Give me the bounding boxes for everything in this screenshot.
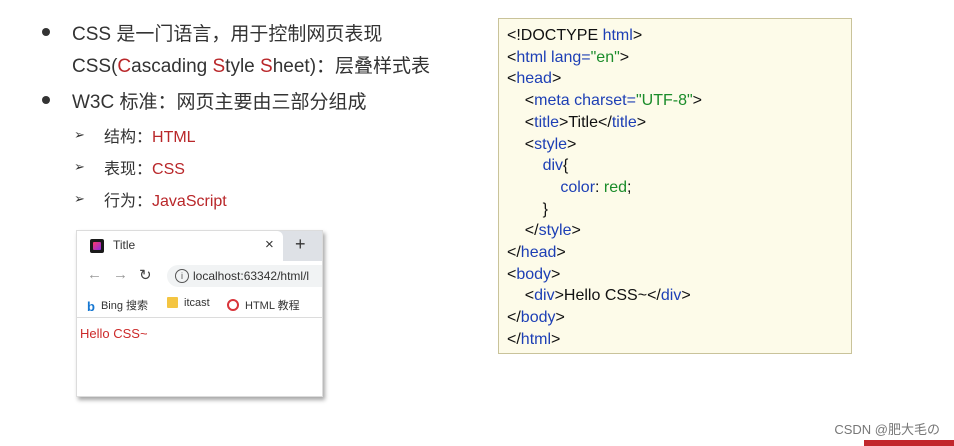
- subitem-behavior: 行为：JavaScript: [104, 193, 227, 210]
- arrow-bullet-icon: ➢: [74, 127, 85, 142]
- subitem-structure: 结构：HTML: [104, 129, 196, 146]
- bookmark-html-tutorial[interactable]: HTML 教程: [227, 297, 300, 313]
- browser-tab[interactable]: Title ×: [77, 231, 283, 261]
- html-source-code: <!DOCTYPE html> <html lang="en"> <head> …: [507, 27, 702, 348]
- bookmark-itcast[interactable]: itcast: [167, 297, 210, 309]
- bullet-dot: [42, 96, 50, 104]
- url-text: localhost:63342/html/l: [193, 269, 310, 283]
- navigation-bar: ← → ↻ i localhost:63342/html/l: [77, 261, 322, 291]
- favicon-icon: [90, 239, 104, 253]
- tab-title: Title: [113, 238, 136, 252]
- csdn-watermark: CSDN @肥大毛の: [834, 422, 940, 437]
- new-tab-icon[interactable]: +: [295, 234, 306, 255]
- reload-icon[interactable]: ↻: [139, 266, 152, 284]
- back-icon[interactable]: ←: [87, 266, 102, 283]
- bookmark-bing[interactable]: b Bing 搜索: [87, 297, 148, 314]
- tab-bar: Title × +: [77, 231, 322, 261]
- red-accent-bar: [864, 440, 954, 446]
- bing-icon: b: [87, 299, 95, 314]
- forward-icon[interactable]: →: [113, 266, 128, 283]
- arrow-bullet-icon: ➢: [74, 191, 85, 206]
- close-icon[interactable]: ×: [265, 236, 274, 253]
- bullet-w3c-standard: W3C 标准：网页主要由三部分组成: [72, 92, 367, 113]
- browser-window: Title × + ← → ↻ i localhost:63342/html/l…: [76, 230, 323, 397]
- bookmarks-bar: b Bing 搜索 itcast HTML 教程: [77, 291, 322, 318]
- page-content-text: Hello CSS~: [80, 326, 148, 341]
- bullet-dot: [42, 28, 50, 36]
- code-block: <!DOCTYPE html> <html lang="en"> <head> …: [498, 18, 852, 354]
- bullet-css-fullname: CSS(Cascading Style Sheet)：层叠样式表: [72, 56, 431, 77]
- subitem-presentation: 表现：CSS: [104, 161, 185, 178]
- html-tutorial-icon: [227, 299, 239, 311]
- bullet-css-definition: CSS 是一门语言，用于控制网页表现: [72, 24, 383, 45]
- info-icon[interactable]: i: [175, 269, 189, 283]
- arrow-bullet-icon: ➢: [74, 159, 85, 174]
- address-bar[interactable]: i localhost:63342/html/l: [167, 265, 322, 287]
- folder-icon: [167, 297, 178, 308]
